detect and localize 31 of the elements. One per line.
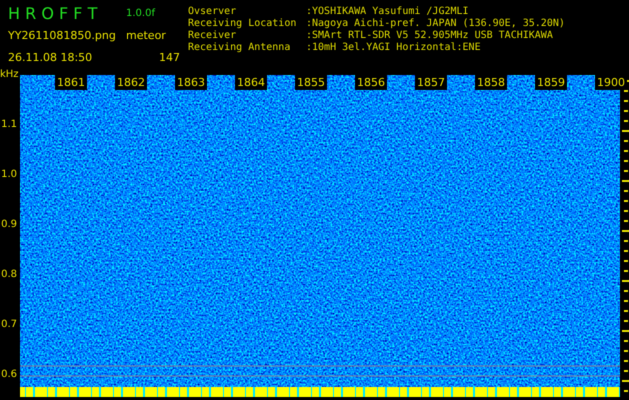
time-label: 1855 (295, 75, 327, 90)
version-label: 1.0.0f (126, 8, 156, 18)
station-label: Receiver (188, 30, 238, 42)
count-value: 147 (158, 50, 180, 64)
time-label: 1859 (535, 75, 567, 90)
time-label: 1861 (55, 75, 87, 90)
time-label: 1900 (595, 75, 627, 90)
station-value: :Nagoya Aichi-pref. JAPAN (136.90E, 35.20N) (306, 18, 565, 30)
mode-label: meteor (126, 28, 167, 42)
station-value: :YOSHIKAWA Yasufumi /JG2MLI (306, 6, 470, 18)
station-label: Receiving Antenna (188, 42, 292, 54)
time-label: 1856 (355, 75, 387, 90)
file-name: YY2611081850.png (8, 28, 117, 42)
axis-unit: kHz (0, 69, 19, 80)
axis-tick-label: 0.6 (1, 369, 18, 381)
app-title: H R O F F T (8, 4, 98, 22)
time-label: 1858 (475, 75, 507, 90)
axis-tick-label: 0.8 (1, 269, 18, 281)
station-label: Ovserver (188, 6, 238, 18)
station-value: :10mH 3el.YAGI Horizontal:ENE (306, 42, 482, 54)
axis-tick-label: 1.0 (1, 169, 18, 181)
station-label: Receiving Location (188, 18, 298, 30)
axis-tick-label: 0.7 (1, 319, 18, 331)
date-time: 26.11.08 18:50 (8, 50, 94, 64)
station-value: :SMArt RTL-SDR V5 52.905MHz USB TACHIKAWA (306, 30, 554, 42)
axis-tick-label: 1.1 (1, 119, 18, 131)
time-label: 1857 (415, 75, 447, 90)
time-label: 1864 (235, 75, 267, 90)
time-label: 1863 (175, 75, 207, 90)
time-label: 1862 (115, 75, 147, 90)
axis-tick-label: 0.9 (1, 219, 18, 231)
